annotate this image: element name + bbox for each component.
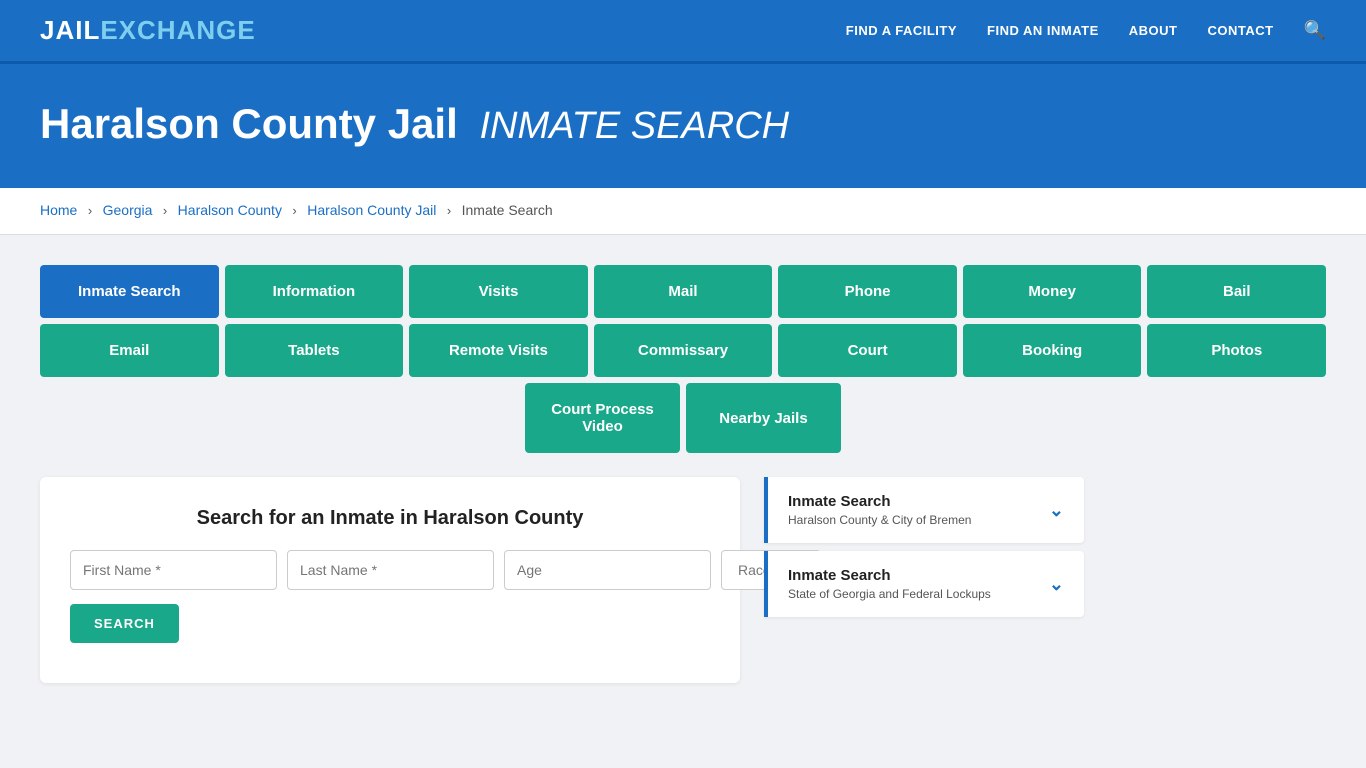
nav-btn-court-process-video[interactable]: Court Process Video <box>525 383 680 453</box>
nav-about[interactable]: ABOUT <box>1129 23 1178 38</box>
navbar: JAIL EXCHANGE FIND A FACILITY FIND AN IN… <box>0 0 1366 64</box>
nav-btn-tablets[interactable]: Tablets <box>225 324 404 377</box>
breadcrumb-sep4: › <box>447 203 451 218</box>
search-form-title: Search for an Inmate in Haralson County <box>70 507 710 530</box>
nav-btn-phone[interactable]: Phone <box>778 265 957 318</box>
navbar-links: FIND A FACILITY FIND AN INMATE ABOUT CON… <box>846 20 1326 41</box>
hero-banner: Haralson County Jail INMATE SEARCH <box>0 64 1366 188</box>
breadcrumb-georgia[interactable]: Georgia <box>103 202 153 218</box>
sidebar-item-state-title: Inmate Search <box>788 567 991 584</box>
hero-title-italic: INMATE SEARCH <box>479 105 789 147</box>
nav-find-facility[interactable]: FIND A FACILITY <box>846 23 957 38</box>
nav-btn-photos[interactable]: Photos <box>1147 324 1326 377</box>
chevron-down-icon-2: ⌄ <box>1049 574 1064 595</box>
nav-row-1: Inmate Search Information Visits Mail Ph… <box>40 265 1326 318</box>
main-content: Inmate Search Information Visits Mail Ph… <box>0 235 1366 713</box>
logo-exchange: EXCHANGE <box>100 15 255 46</box>
nav-btn-commissary[interactable]: Commissary <box>594 324 773 377</box>
sidebar-item-local-title: Inmate Search <box>788 493 971 510</box>
hero-title-main: Haralson County Jail <box>40 100 458 147</box>
sidebar-item-state-text: Inmate Search State of Georgia and Feder… <box>788 567 991 601</box>
nav-row-2: Email Tablets Remote Visits Commissary C… <box>40 324 1326 377</box>
nav-contact[interactable]: CONTACT <box>1207 23 1273 38</box>
first-name-input[interactable] <box>70 550 277 590</box>
breadcrumb-sep2: › <box>163 203 167 218</box>
nav-btn-inmate-search[interactable]: Inmate Search <box>40 265 219 318</box>
nav-btn-information[interactable]: Information <box>225 265 404 318</box>
logo[interactable]: JAIL EXCHANGE <box>40 15 256 46</box>
breadcrumb-jail[interactable]: Haralson County Jail <box>307 202 436 218</box>
nav-btn-nearby-jails[interactable]: Nearby Jails <box>686 383 841 453</box>
last-name-input[interactable] <box>287 550 494 590</box>
breadcrumb-sep1: › <box>88 203 92 218</box>
nav-row-3: Court Process Video Nearby Jails <box>40 383 1326 453</box>
sidebar-item-local[interactable]: Inmate Search Haralson County & City of … <box>764 477 1084 543</box>
nav-btn-court[interactable]: Court <box>778 324 957 377</box>
logo-jail: JAIL <box>40 15 100 46</box>
nav-btn-money[interactable]: Money <box>963 265 1142 318</box>
sidebar-item-state-sub: State of Georgia and Federal Lockups <box>788 587 991 601</box>
nav-btn-email[interactable]: Email <box>40 324 219 377</box>
sidebar-item-local-sub: Haralson County & City of Bremen <box>788 513 971 527</box>
nav-btn-visits[interactable]: Visits <box>409 265 588 318</box>
search-icon[interactable]: 🔍 <box>1304 20 1326 41</box>
nav-btn-bail[interactable]: Bail <box>1147 265 1326 318</box>
breadcrumb: Home › Georgia › Haralson County › Haral… <box>0 188 1366 235</box>
breadcrumb-home[interactable]: Home <box>40 202 77 218</box>
nav-btn-booking[interactable]: Booking <box>963 324 1142 377</box>
breadcrumb-sep3: › <box>292 203 296 218</box>
page-title: Haralson County Jail INMATE SEARCH <box>40 100 1326 148</box>
breadcrumb-current: Inmate Search <box>462 202 553 218</box>
nav-btn-remote-visits[interactable]: Remote Visits <box>409 324 588 377</box>
lower-section: Search for an Inmate in Haralson County … <box>40 477 1326 683</box>
search-fields-row: Race White Black Hispanic Asian Other <box>70 550 710 590</box>
sidebar-item-state[interactable]: Inmate Search State of Georgia and Feder… <box>764 551 1084 617</box>
age-input[interactable] <box>504 550 711 590</box>
search-form: Search for an Inmate in Haralson County … <box>40 477 740 683</box>
nav-find-inmate[interactable]: FIND AN INMATE <box>987 23 1099 38</box>
chevron-down-icon: ⌄ <box>1049 500 1064 521</box>
sidebar: Inmate Search Haralson County & City of … <box>764 477 1084 625</box>
section-nav-buttons: Inmate Search Information Visits Mail Ph… <box>40 265 1326 453</box>
sidebar-item-local-text: Inmate Search Haralson County & City of … <box>788 493 971 527</box>
search-button[interactable]: SEARCH <box>70 604 179 643</box>
breadcrumb-haralson-county[interactable]: Haralson County <box>178 202 282 218</box>
nav-btn-mail[interactable]: Mail <box>594 265 773 318</box>
